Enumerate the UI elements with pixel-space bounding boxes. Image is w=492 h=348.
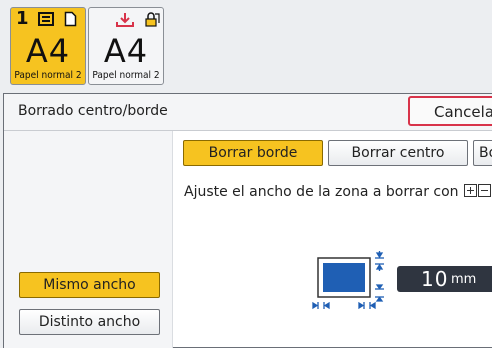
- tray-paper-size: A4: [25, 32, 71, 70]
- tab-erase-border[interactable]: Borrar borde: [183, 140, 323, 166]
- tray-paper-type: Papel normal 2: [92, 70, 160, 81]
- erase-width-display: 10 mm: [397, 266, 492, 292]
- instruction-label: Ajuste el ancho de la zona a borrar con: [184, 184, 459, 200]
- erase-settings-panel: Borrado centro/borde Cancelar Borrar bor…: [3, 93, 492, 348]
- tab-erase-more[interactable]: Bo: [473, 140, 492, 166]
- different-width-button[interactable]: Distinto ancho: [19, 309, 160, 335]
- tray-paper-size: A4: [103, 32, 149, 70]
- panel-header: Borrado centro/borde Cancelar: [4, 94, 492, 131]
- erase-width-unit: mm: [451, 272, 477, 287]
- page-erase-diagram-icon: [312, 251, 384, 310]
- bypass-tray-button[interactable]: A4 Papel normal 2: [88, 7, 164, 85]
- stack-icon: [38, 12, 54, 26]
- lock-icon: [145, 12, 160, 27]
- minus-icon: [477, 184, 491, 197]
- same-width-button[interactable]: Mismo ancho: [19, 272, 160, 298]
- tray-1-button[interactable]: 1 A4 Papel normal 2: [10, 7, 86, 85]
- erase-width-value: 10: [421, 267, 449, 291]
- page-title: Borrado centro/borde: [18, 103, 168, 119]
- tray-number: 1: [16, 8, 29, 29]
- paper-tray-bar: 1 A4 Papel normal 2 A4 Papel normal 2: [0, 0, 492, 92]
- bypass-tray-icon: [116, 13, 134, 27]
- cancel-button[interactable]: Cancelar: [408, 96, 492, 126]
- instruction-text: Ajuste el ancho de la zona a borrar con …: [184, 184, 492, 200]
- tray-paper-type: Papel normal 2: [14, 70, 82, 81]
- sheet-icon: [64, 11, 77, 27]
- plus-icon: [463, 184, 477, 197]
- tab-erase-center[interactable]: Borrar centro: [328, 140, 468, 166]
